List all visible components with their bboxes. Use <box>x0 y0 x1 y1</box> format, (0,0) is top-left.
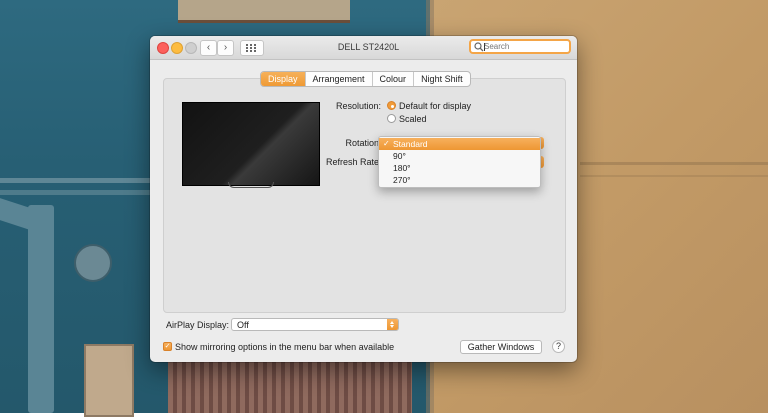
tab-display[interactable]: Display <box>261 72 305 86</box>
refresh-rate-label: Refresh Rate <box>325 157 379 167</box>
window-title: DELL ST2420L <box>337 42 400 52</box>
wallpaper-crack <box>580 162 768 165</box>
minimize-button[interactable] <box>171 42 183 54</box>
checkmark-icon: ✓ <box>164 343 171 350</box>
rotation-dropdown-menu: ✓ Standard 90° 180° 270° <box>378 136 541 188</box>
zoom-button[interactable] <box>185 42 197 54</box>
airplay-label: AirPlay Display: <box>166 320 230 330</box>
title-bar[interactable]: ‹ › DELL ST2420L <box>150 36 577 60</box>
tab-night-shift[interactable]: Night Shift <box>413 72 470 86</box>
help-button[interactable]: ? <box>552 340 565 353</box>
tab-bar: Display Arrangement Colour Night Shift <box>260 71 471 87</box>
chevron-left-icon: ‹ <box>206 42 211 53</box>
wallpaper-curtain <box>168 360 412 413</box>
displays-preferences-window: ‹ › DELL ST2420L Display Arrangement Col… <box>150 36 577 362</box>
chevron-updown-icon <box>387 319 398 330</box>
airplay-display-select[interactable]: Off <box>231 318 399 331</box>
search-icon <box>474 42 484 52</box>
close-button[interactable] <box>157 42 169 54</box>
forward-button[interactable]: › <box>217 40 234 56</box>
rotation-label: Rotation <box>345 138 379 148</box>
chevron-right-icon: › <box>223 42 228 53</box>
rotation-option-270[interactable]: 270° <box>379 174 540 186</box>
resolution-default-label[interactable]: Default for display <box>399 101 471 111</box>
rotation-option-label: Standard <box>393 139 428 149</box>
resolution-scaled-label[interactable]: Scaled <box>399 114 427 124</box>
checkmark-icon: ✓ <box>383 139 390 148</box>
wallpaper-mailbox <box>84 344 134 417</box>
wallpaper-sign <box>178 0 350 23</box>
rotation-option-180[interactable]: 180° <box>379 162 540 174</box>
resolution-label: Resolution: <box>335 101 381 111</box>
show-all-button[interactable] <box>240 40 264 56</box>
wallpaper-meter <box>74 244 112 282</box>
resolution-scaled-radio[interactable] <box>387 114 396 123</box>
display-stand <box>228 182 274 188</box>
mirroring-checkbox[interactable]: ✓ <box>163 342 172 351</box>
search-field[interactable] <box>469 39 571 54</box>
airplay-value: Off <box>237 320 249 330</box>
tab-colour[interactable]: Colour <box>371 72 414 86</box>
tab-arrangement[interactable]: Arrangement <box>304 72 372 86</box>
gather-windows-button[interactable]: Gather Windows <box>460 340 542 354</box>
mirroring-label[interactable]: Show mirroring options in the menu bar w… <box>175 342 394 352</box>
resolution-default-radio[interactable] <box>387 101 396 110</box>
rotation-option-90[interactable]: 90° <box>379 150 540 162</box>
wallpaper-crack <box>580 175 768 177</box>
rotation-option-standard[interactable]: ✓ Standard <box>379 138 540 150</box>
search-input[interactable] <box>484 41 568 52</box>
wallpaper-downpipe <box>28 205 54 413</box>
back-button[interactable]: ‹ <box>200 40 217 56</box>
